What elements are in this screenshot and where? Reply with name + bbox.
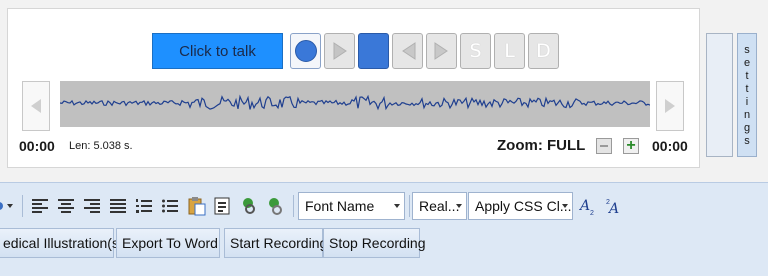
play-icon [333, 42, 347, 60]
waveform-line [59, 94, 651, 111]
chevron-down-icon [394, 204, 400, 208]
d-icon: D [536, 40, 551, 62]
current-time-label: 00:00 [19, 138, 55, 154]
export-to-word-button[interactable]: Export To Word [116, 228, 220, 258]
zoom-label: Zoom: FULL [497, 137, 586, 154]
stop-icon [363, 41, 384, 61]
font-name-select[interactable]: Font Name [298, 192, 405, 220]
settings-letter: e [743, 56, 751, 69]
app-window: Click to talk S L D 00:00 Len: 5.038 s. … [0, 0, 768, 276]
remove-link-icon[interactable] [266, 196, 286, 216]
s-button[interactable]: S [460, 33, 491, 69]
insert-link-icon[interactable] [240, 196, 260, 216]
s-icon: S [469, 40, 482, 62]
click-to-talk-button[interactable]: Click to talk [152, 33, 283, 69]
l-button[interactable]: L [494, 33, 525, 69]
zoom-out-button[interactable] [596, 138, 612, 154]
font-size-value: Real... [419, 198, 460, 214]
css-class-value: Apply CSS Cl... [475, 198, 572, 214]
minus-icon [600, 145, 608, 147]
scroll-right-button[interactable] [656, 81, 684, 131]
paste-icon[interactable] [186, 196, 206, 216]
svg-text:A: A [578, 198, 590, 214]
svg-text:2: 2 [590, 210, 594, 216]
toolbar-separator [293, 195, 294, 217]
fast-forward-button[interactable] [426, 33, 457, 69]
length-label: Len: 5.038 s. [69, 140, 133, 152]
chevron-down-icon [562, 204, 568, 208]
plus-icon: + [626, 137, 636, 154]
rewind-icon [401, 42, 415, 60]
toolbar-separator [409, 195, 410, 217]
record-icon [294, 40, 317, 62]
align-center-icon[interactable] [56, 196, 76, 216]
medical-illustrations-button[interactable]: edical Illustration(s) [0, 228, 124, 258]
right-arrow-icon [665, 99, 675, 113]
stop-recording-button[interactable]: Stop Recording [323, 228, 426, 258]
rewind-button[interactable] [392, 33, 423, 69]
l-icon: L [504, 40, 515, 62]
superscript-icon[interactable]: A2 [604, 196, 624, 216]
font-name-value: Font Name [305, 198, 375, 214]
settings-letter: t [745, 69, 749, 82]
settings-letter: t [745, 82, 749, 95]
justify-icon[interactable] [108, 196, 128, 216]
settings-tab[interactable]: settings [737, 33, 757, 157]
settings-letter: n [743, 108, 751, 121]
settings-letter: g [743, 121, 751, 134]
numbered-list-icon[interactable] [134, 196, 154, 216]
overflow-dropdown-icon[interactable] [0, 196, 16, 216]
document-icon[interactable] [212, 196, 232, 216]
play-button[interactable] [324, 33, 355, 69]
start-recording-button[interactable]: Start Recording [224, 228, 327, 258]
d-button[interactable]: D [528, 33, 559, 69]
align-right-icon[interactable] [82, 196, 102, 216]
volume-level-meter [706, 33, 733, 157]
subscript-icon[interactable]: A2 [578, 196, 598, 216]
zoom-in-button[interactable]: + [623, 138, 639, 154]
settings-letter: i [745, 95, 749, 108]
stop-button[interactable] [358, 33, 389, 69]
voice-recorder-panel: Click to talk S L D 00:00 Len: 5.038 s. … [7, 8, 700, 168]
record-button[interactable] [290, 33, 321, 69]
waveform-display[interactable] [59, 81, 651, 127]
left-arrow-icon [31, 99, 41, 113]
toolbar-separator [22, 195, 23, 217]
scroll-left-button[interactable] [22, 81, 50, 131]
editor-toolbar: Font Name Real... Apply CSS Cl... A2 A2 … [0, 182, 768, 276]
end-time-label: 00:00 [652, 138, 688, 154]
css-class-select[interactable]: Apply CSS Cl... [468, 192, 573, 220]
font-size-select[interactable]: Real... [412, 192, 467, 220]
chevron-down-icon [456, 204, 462, 208]
fast-forward-icon [434, 42, 448, 60]
bullet-list-icon[interactable] [160, 196, 180, 216]
align-left-icon[interactable] [30, 196, 50, 216]
settings-letter: s [744, 134, 750, 147]
settings-letter: s [744, 43, 750, 56]
formatting-toolbar-row: Font Name Real... Apply CSS Cl... A2 A2 [0, 189, 768, 221]
svg-text:2: 2 [606, 199, 610, 206]
